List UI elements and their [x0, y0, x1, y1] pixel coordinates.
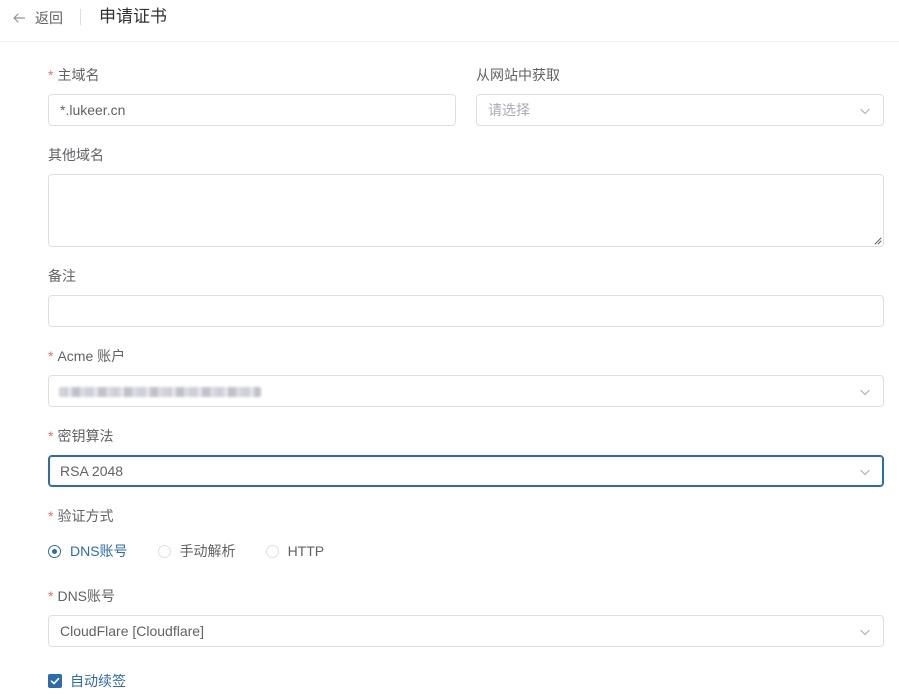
page-title: 申请证书	[99, 7, 167, 26]
chevron-down-icon	[860, 469, 870, 476]
apply-certificate-page: 返回 申请证书 * 主域名 *.lukeer.cn 从网站中获取 请选择 其他域名…	[0, 0, 899, 699]
radio-label: 手动解析	[179, 543, 236, 559]
verify-method-radio-group: DNS账号 手动解析 HTTP	[48, 541, 354, 561]
check-icon	[50, 677, 60, 685]
page-header: 返回 申请证书	[0, 0, 899, 42]
verify-method-label-text: 验证方式	[57, 508, 114, 524]
from-site-label: 从网站中获取	[476, 67, 560, 83]
required-mark: *	[48, 348, 54, 364]
arrow-left-icon	[13, 13, 26, 23]
radio-unchecked-icon	[265, 544, 279, 558]
from-site-placeholder: 请选择	[488, 102, 530, 118]
key-algorithm-label: * 密钥算法	[48, 426, 113, 446]
header-divider	[80, 9, 81, 25]
main-domain-input[interactable]: *.lukeer.cn	[48, 94, 456, 126]
dns-account-value: CloudFlare [Cloudflare]	[60, 623, 204, 639]
other-domains-textarea[interactable]	[48, 174, 884, 247]
resize-handle-icon[interactable]	[874, 237, 882, 245]
radio-dns-account[interactable]: DNS账号	[48, 541, 128, 561]
chevron-down-icon	[860, 629, 870, 636]
remark-label: 备注	[48, 268, 76, 284]
acme-account-select[interactable]	[48, 375, 884, 407]
main-domain-label-text: 主域名	[57, 67, 100, 83]
dns-account-select[interactable]: CloudFlare [Cloudflare]	[48, 615, 884, 647]
back-label: 返回	[35, 10, 63, 26]
key-algorithm-label-text: 密钥算法	[57, 428, 114, 444]
key-algorithm-select[interactable]: RSA 2048	[48, 455, 884, 487]
radio-unchecked-icon	[157, 544, 171, 558]
other-domains-label: 其他域名	[48, 147, 104, 163]
from-site-select[interactable]: 请选择	[476, 94, 884, 126]
required-mark: *	[48, 67, 54, 83]
acme-account-label: * Acme 账户	[48, 346, 125, 366]
dns-account-label: * DNS账号	[48, 586, 115, 606]
required-mark: *	[48, 428, 54, 444]
checkbox-checked-icon	[48, 674, 62, 688]
required-mark: *	[48, 588, 54, 604]
chevron-down-icon	[860, 108, 870, 115]
radio-label: HTTP	[287, 543, 325, 559]
radio-checked-icon	[48, 544, 61, 558]
key-algorithm-value: RSA 2048	[60, 463, 124, 479]
dns-account-label-text: DNS账号	[57, 588, 116, 604]
required-mark: *	[48, 508, 54, 524]
auto-renew-checkbox[interactable]: 自动续签	[48, 671, 126, 691]
acme-account-label-text: Acme 账户	[57, 348, 126, 364]
back-button[interactable]: 返回	[12, 7, 63, 29]
radio-http[interactable]: HTTP	[265, 543, 325, 559]
remark-input[interactable]	[48, 295, 884, 327]
chevron-down-icon	[860, 389, 870, 396]
main-domain-label: * 主域名	[48, 65, 99, 85]
radio-label: DNS账号	[70, 543, 128, 559]
redacted-account-value	[59, 387, 261, 397]
verify-method-label: * 验证方式	[48, 506, 113, 526]
radio-manual-dns[interactable]: 手动解析	[157, 541, 236, 561]
main-domain-value: *.lukeer.cn	[60, 102, 126, 118]
auto-renew-label: 自动续签	[70, 673, 126, 689]
